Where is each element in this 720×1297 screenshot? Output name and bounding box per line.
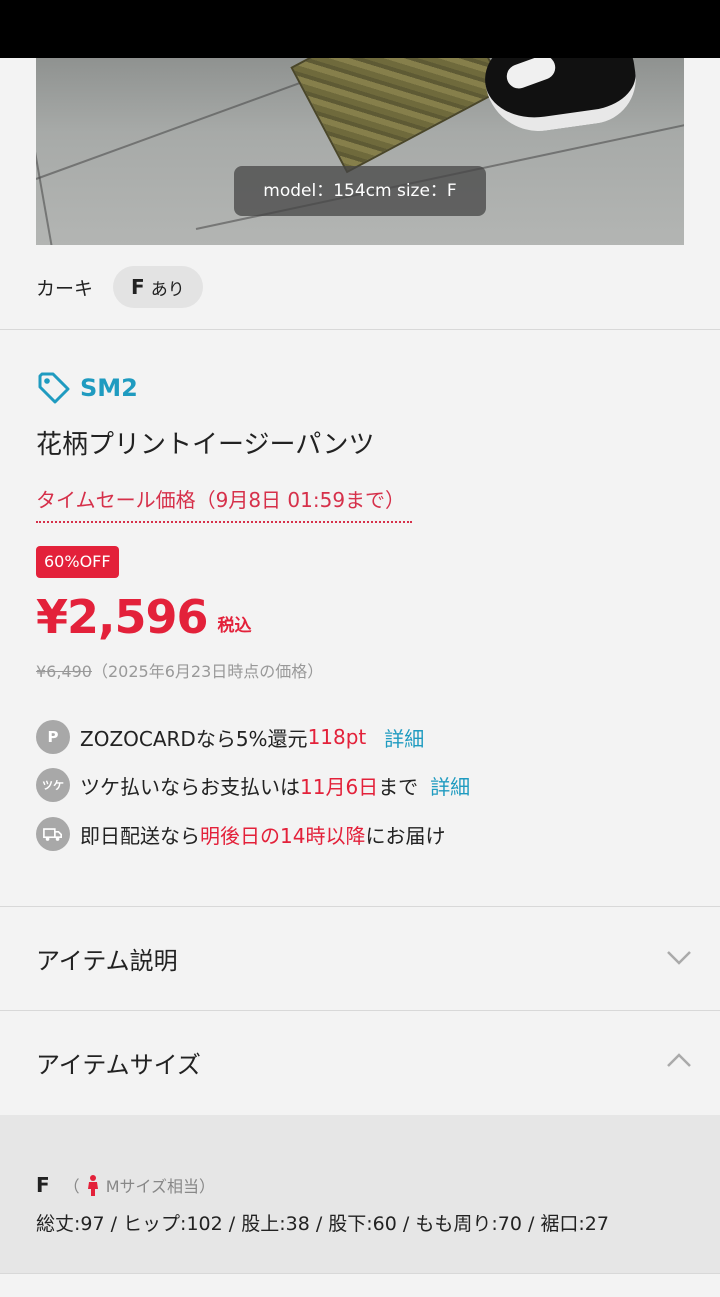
size-letter: F [131, 275, 145, 299]
divider [0, 1273, 720, 1274]
item-size-toggle[interactable]: アイテムサイズ [0, 1010, 720, 1114]
color-label: カーキ [36, 277, 94, 300]
time-sale-label[interactable]: タイムセール価格（9月8日 01:59まで） [36, 484, 412, 523]
shoe [480, 58, 642, 139]
status-bar [0, 0, 720, 58]
tax-label: 税込 [217, 616, 252, 636]
discount-badge: 60%OFF [36, 546, 119, 578]
benefit-delivery: 即日配送なら 明後日の14時以降 にお届け [36, 817, 445, 851]
model-caption: model：154cm size：F [234, 166, 486, 216]
section-title: アイテムサイズ [36, 1050, 201, 1079]
section-title: アイテム説明 [36, 946, 178, 975]
size-measurements: 総丈:97 / ヒップ:102 / 股上:38 / 股下:60 / もも周り:7… [36, 1213, 609, 1235]
truck-icon [36, 817, 70, 851]
size-chip[interactable]: F あり [113, 266, 203, 308]
benefit-tsuke: ツケ ツケ払いならお支払いは 11月6日 まで 詳細 [36, 768, 470, 802]
variant-row: カーキ F あり [36, 266, 203, 308]
stock-status: あり [150, 279, 185, 300]
product-fabric [290, 58, 506, 174]
benefit-zozocard: P ZOZOCARDなら5%還元 118pt 詳細 [36, 720, 424, 754]
chevron-up-icon [667, 1053, 691, 1067]
size-title: F （ Mサイズ相当） [36, 1173, 215, 1197]
size-equivalent: （ Mサイズ相当） [64, 1173, 215, 1197]
tsuke-icon: ツケ [36, 768, 70, 802]
zozocard-detail-link[interactable]: 詳細 [384, 723, 424, 752]
points-icon: P [36, 720, 70, 754]
tsuke-detail-link[interactable]: 詳細 [430, 771, 470, 800]
product-name: 花柄プリントイージーパンツ [36, 430, 375, 460]
brand-link[interactable]: SM2 [36, 370, 138, 406]
chevron-down-icon [667, 951, 691, 965]
item-description-toggle[interactable]: アイテム説明 [0, 906, 720, 1010]
tag-icon [38, 372, 70, 404]
size-panel: F （ Mサイズ相当） 総丈:97 / ヒップ:102 / 股上:38 / 股下… [0, 1115, 720, 1273]
size-letter: F [36, 1173, 50, 1197]
woman-icon [87, 1175, 98, 1196]
brand-name: SM2 [80, 374, 138, 402]
original-price-note: （2025年6月23日時点の価格） [91, 662, 324, 681]
product-photo[interactable]: model：154cm size：F [36, 58, 684, 245]
original-price-row: ¥6,490（2025年6月23日時点の価格） [36, 658, 323, 682]
price-row: ¥2,596 税込 [36, 590, 252, 644]
original-price: ¥6,490 [36, 662, 92, 681]
current-price: ¥2,596 [36, 590, 209, 644]
divider [0, 329, 720, 330]
